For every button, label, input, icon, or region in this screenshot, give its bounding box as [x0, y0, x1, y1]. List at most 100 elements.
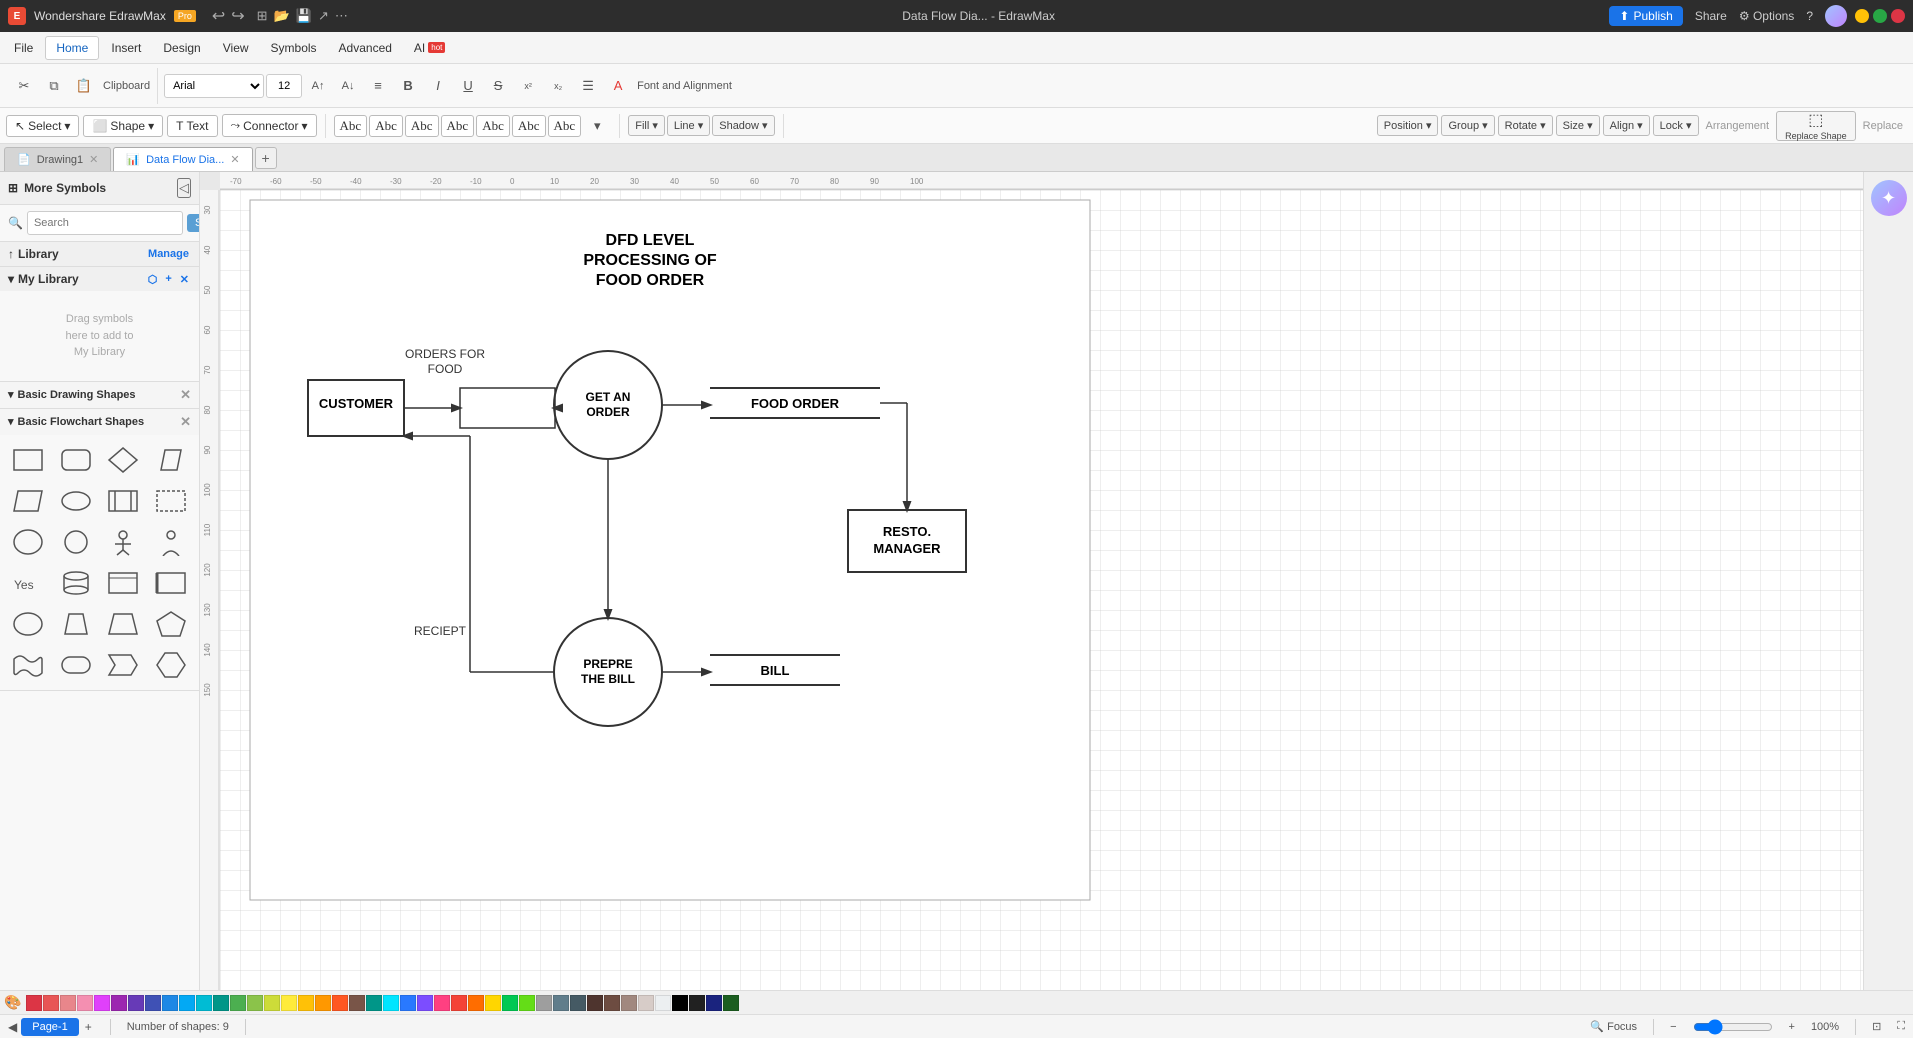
lock-btn[interactable]: Lock ▾ [1653, 115, 1699, 136]
menu-ai[interactable]: AI hot [404, 37, 455, 59]
color-teal2[interactable] [366, 995, 382, 1011]
add-tab-btn[interactable]: + [255, 147, 277, 169]
color-pink1[interactable] [77, 995, 93, 1011]
color-tan[interactable] [621, 995, 637, 1011]
help-btn[interactable]: ? [1806, 9, 1813, 23]
color-darkgreen[interactable] [723, 995, 739, 1011]
sidebar-collapse-btn[interactable]: ◁ [177, 178, 191, 198]
text-color-btn[interactable]: A [604, 72, 632, 100]
shape-oval[interactable] [54, 482, 98, 520]
style-btn-7[interactable]: Abc [548, 115, 582, 137]
tab-dataflow[interactable]: 📊 Data Flow Dia... ✕ [113, 147, 252, 171]
color-pink3[interactable] [434, 995, 450, 1011]
options-btn[interactable]: ⚙ Options [1739, 9, 1794, 23]
shape-chevron[interactable] [101, 646, 145, 684]
menu-symbols[interactable]: Symbols [261, 37, 327, 59]
font-family-select[interactable]: Arial [164, 74, 264, 98]
rotate-btn[interactable]: Rotate ▾ [1498, 115, 1553, 136]
publish-btn[interactable]: ⬆Publish [1609, 6, 1682, 26]
color-gray1[interactable] [536, 995, 552, 1011]
color-teal[interactable] [213, 995, 229, 1011]
menu-design[interactable]: Design [153, 37, 210, 59]
text-tool-btn[interactable]: T Text [167, 115, 217, 137]
color-blue3[interactable] [400, 995, 416, 1011]
close-btn[interactable] [1891, 9, 1905, 23]
style-btn-2[interactable]: Abc [369, 115, 403, 137]
color-lime[interactable] [264, 995, 280, 1011]
canvas-area[interactable]: -70-60-50 -40-30-20 -10010 203040 506070… [200, 172, 1863, 990]
shape-parallelogram2[interactable] [6, 482, 50, 520]
color-purple2[interactable] [128, 995, 144, 1011]
fill-color-icon[interactable]: 🎨 [4, 994, 21, 1011]
shape-yes[interactable]: Yes [6, 564, 50, 602]
close-library-btn[interactable]: ✕ [178, 273, 191, 286]
shape-wave[interactable] [6, 646, 50, 684]
maximize-btn[interactable] [1873, 9, 1887, 23]
color-green2[interactable] [247, 995, 263, 1011]
open-file-btn[interactable]: 📂 [274, 8, 290, 24]
menu-insert[interactable]: Insert [101, 37, 151, 59]
shape-trapezoid[interactable] [54, 605, 98, 643]
menu-file[interactable]: File [4, 37, 43, 59]
shape-drum[interactable] [54, 564, 98, 602]
style-btn-1[interactable]: Abc [334, 115, 368, 137]
color-lightgray[interactable] [655, 995, 671, 1011]
size-btn[interactable]: Size ▾ [1556, 115, 1600, 136]
basic-flowchart-header[interactable]: ▾ Basic Flowchart Shapes ✕ [0, 409, 199, 435]
color-brown2[interactable] [604, 995, 620, 1011]
shape-rect-double[interactable] [101, 564, 145, 602]
color-blue1[interactable] [162, 995, 178, 1011]
font-size-up-btn[interactable]: A↑ [304, 72, 332, 100]
color-gray2[interactable] [553, 995, 569, 1011]
zoom-slider[interactable] [1693, 1019, 1773, 1035]
shape-card[interactable] [149, 564, 193, 602]
bold-btn[interactable]: B [394, 72, 422, 100]
close-basic-drawing-btn[interactable]: ✕ [180, 387, 191, 403]
menu-view[interactable]: View [213, 37, 259, 59]
strikethrough-btn[interactable]: S [484, 72, 512, 100]
shape-parallelogram[interactable] [149, 441, 193, 479]
color-black[interactable] [672, 995, 688, 1011]
shape-ellipse[interactable] [6, 523, 50, 561]
fullscreen-btn[interactable]: ⛶ [1897, 1020, 1905, 1033]
tab-close-drawing1[interactable]: ✕ [89, 153, 98, 166]
color-darkgray[interactable] [689, 995, 705, 1011]
shape-pentagon[interactable] [149, 605, 193, 643]
italic-btn[interactable]: I [424, 72, 452, 100]
font-size-input[interactable] [266, 74, 302, 98]
focus-btn[interactable]: 🔍 Focus [1590, 1020, 1637, 1033]
color-brown[interactable] [349, 995, 365, 1011]
color-cyan2[interactable] [383, 995, 399, 1011]
color-orange1[interactable] [315, 995, 331, 1011]
user-avatar[interactable] [1825, 5, 1847, 27]
export-library-btn[interactable]: ⬡ [146, 273, 160, 286]
manage-library-btn[interactable]: Manage [146, 248, 191, 260]
color-yellow3[interactable] [485, 995, 501, 1011]
menu-home[interactable]: Home [45, 36, 99, 60]
basic-drawing-header[interactable]: ▾ Basic Drawing Shapes ✕ [0, 382, 199, 408]
new-file-btn[interactable]: ⊞ [257, 8, 268, 24]
shape-oval2[interactable] [6, 605, 50, 643]
font-size-down-btn[interactable]: A↓ [334, 72, 362, 100]
color-pink2[interactable] [94, 995, 110, 1011]
color-red1[interactable] [26, 995, 42, 1011]
color-darkbrown[interactable] [587, 995, 603, 1011]
align-btn[interactable]: ≡ [364, 72, 392, 100]
fit-page-btn[interactable]: ⊡ [1872, 1020, 1881, 1033]
shape-rectangle[interactable] [6, 441, 50, 479]
more-actions-btn[interactable]: ⋯ [335, 8, 348, 24]
zoom-out-btn[interactable]: − [1670, 1021, 1676, 1033]
window-controls[interactable] [1855, 9, 1905, 23]
menu-advanced[interactable]: Advanced [329, 37, 402, 59]
add-page-btn[interactable]: + [83, 1018, 94, 1036]
color-yellow1[interactable] [281, 995, 297, 1011]
select-tool-btn[interactable]: ↖ Select ▾ [6, 115, 79, 137]
shape-person2[interactable] [149, 523, 193, 561]
superscript-btn[interactable]: x² [514, 72, 542, 100]
shape-hexagon[interactable] [149, 646, 193, 684]
color-violet[interactable] [417, 995, 433, 1011]
drawing-canvas[interactable]: DFD LEVEL PROCESSING OF FOOD ORDER CUSTO… [220, 190, 1863, 990]
minimize-btn[interactable] [1855, 9, 1869, 23]
save-btn[interactable]: 💾 [296, 8, 312, 24]
search-input[interactable] [27, 211, 183, 235]
